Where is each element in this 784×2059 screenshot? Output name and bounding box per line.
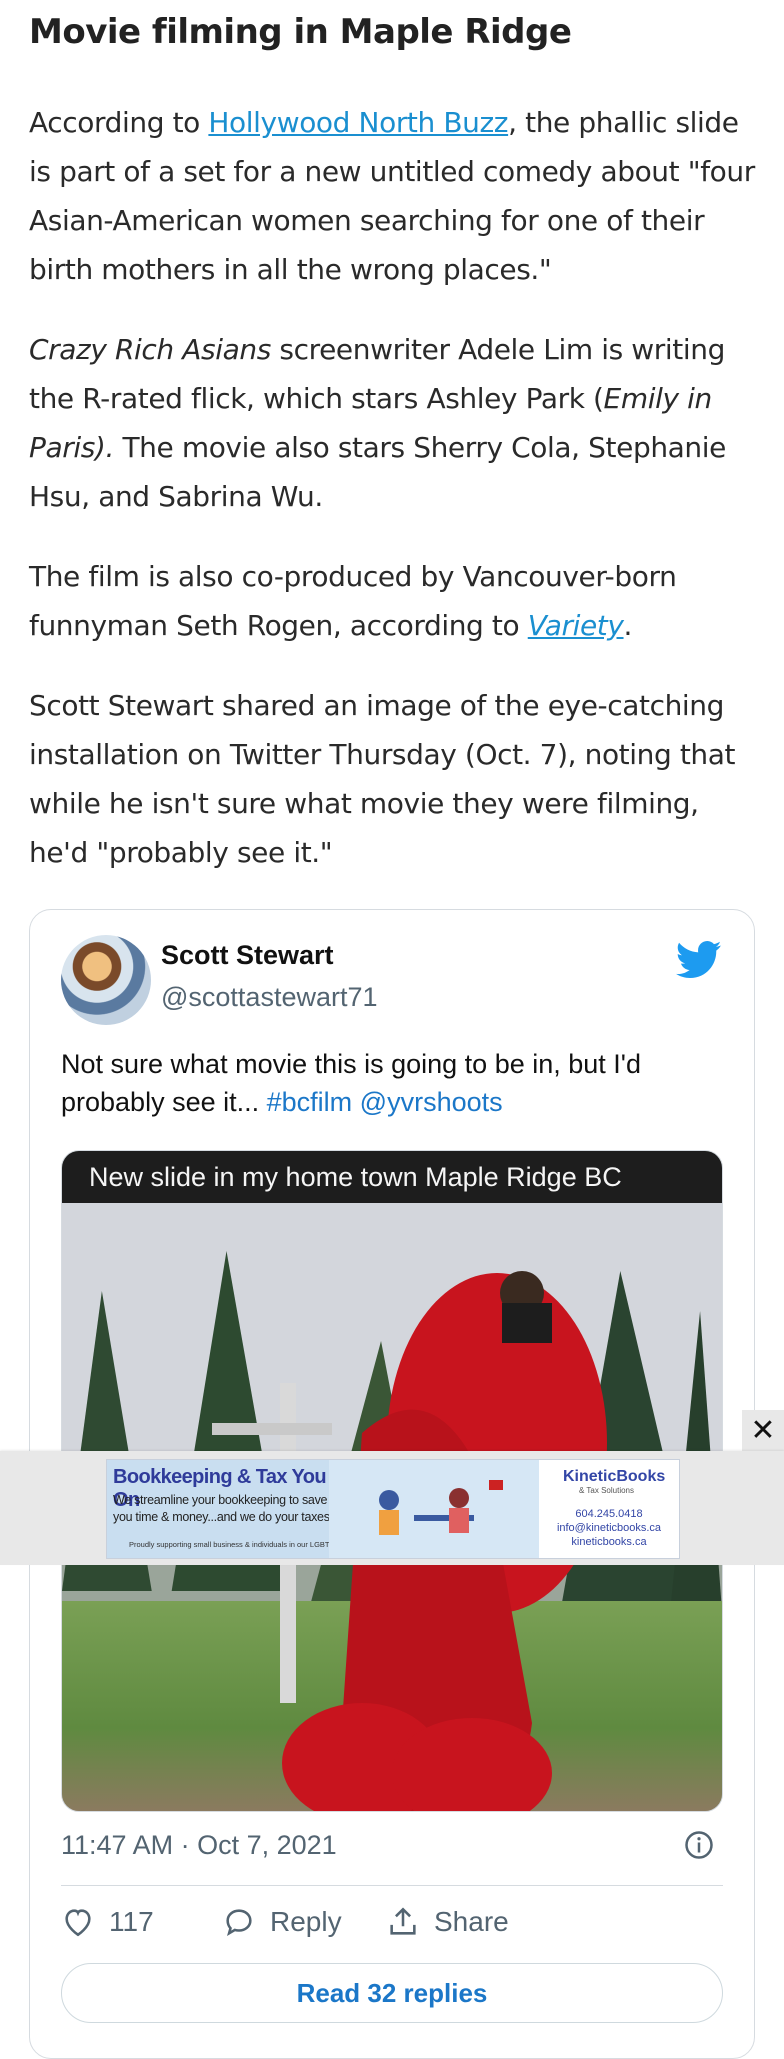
ad-email: info@kineticbooks.ca (556, 1522, 662, 1534)
p2-text-end: The movie also stars Sherry Cola, Stepha… (29, 431, 726, 513)
variety-link[interactable]: Variety (528, 609, 624, 642)
share-upload-icon (390, 1907, 416, 1935)
media-caption: New slide in my home town Maple Ridge BC (62, 1151, 722, 1203)
ad-banner-bar: Bookkeeping & Tax You Can Rely On We str… (0, 1451, 784, 1565)
read-replies-button[interactable]: Read 32 replies (61, 1963, 723, 2023)
ad-illustration (329, 1460, 539, 1558)
ad-brand-sub: & Tax Solutions (579, 1486, 634, 1495)
ad-website: kineticbooks.ca (571, 1536, 647, 1548)
paragraph-1: According to Hollywood North Buzz, the p… (29, 98, 759, 294)
ad-line-2: you time & money...and we do your taxes … (113, 1510, 353, 1524)
film-title-italic: Crazy Rich Asians (29, 333, 271, 366)
mention-link[interactable]: @yvrshoots (360, 1087, 503, 1117)
reply-bubble-icon (226, 1909, 252, 1937)
p1-text: According to (29, 106, 209, 139)
tweet-timestamp[interactable]: 11:47 AM · Oct 7, 2021 (61, 1830, 337, 1861)
author-handle[interactable]: @scottastewart71 (161, 982, 378, 1013)
ad-phone: 604.245.0418 (575, 1508, 643, 1520)
hashtag-link[interactable]: #bcfilm (267, 1087, 353, 1117)
share-label: Share (434, 1906, 509, 1937)
close-ad-button[interactable]: ✕ (742, 1410, 784, 1452)
section-heading: Movie filming in Maple Ridge (29, 12, 572, 52)
heart-icon (65, 1909, 91, 1937)
tweet-text: Not sure what movie this is going to be … (61, 1045, 721, 1121)
reply-label: Reply (270, 1906, 342, 1937)
twitter-bird-icon[interactable] (676, 940, 722, 980)
like-button[interactable]: 117 (61, 1905, 154, 1939)
p3-text-end: . (623, 609, 633, 642)
reply-button[interactable]: Reply (222, 1905, 342, 1939)
divider (61, 1885, 723, 1886)
ad-right-panel: KineticBooks & Tax Solutions 604.245.041… (539, 1460, 679, 1558)
hollywood-north-buzz-link[interactable]: Hollywood North Buzz (208, 106, 508, 139)
ad-banner[interactable]: Bookkeeping & Tax You Can Rely On We str… (106, 1459, 680, 1559)
author-name[interactable]: Scott Stewart (161, 940, 334, 971)
avatar[interactable] (61, 935, 151, 1025)
share-button[interactable]: Share (386, 1905, 509, 1939)
ad-brand: KineticBooks (563, 1468, 666, 1485)
paragraph-3: The film is also co-produced by Vancouve… (29, 552, 759, 650)
info-icon[interactable] (684, 1830, 714, 1860)
paragraph-2: Crazy Rich Asians screenwriter Adele Lim… (29, 325, 759, 521)
like-count: 117 (109, 1906, 154, 1937)
ad-line-1: We streamline your bookkeeping to save (113, 1493, 328, 1507)
paragraph-4: Scott Stewart shared an image of the eye… (29, 689, 736, 869)
